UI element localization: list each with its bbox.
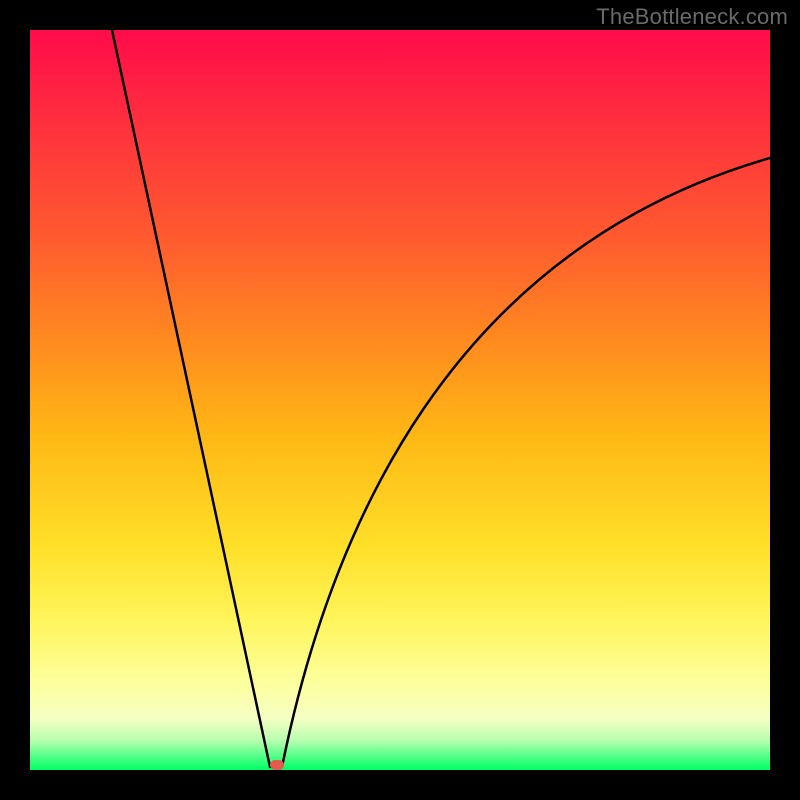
attribution-text: TheBottleneck.com bbox=[596, 4, 788, 30]
plot-area bbox=[30, 30, 770, 770]
chart-frame: TheBottleneck.com bbox=[0, 0, 800, 800]
bottleneck-curve bbox=[30, 30, 770, 770]
optimum-marker bbox=[270, 760, 284, 770]
curve-right-branch bbox=[282, 158, 770, 767]
curve-left-branch bbox=[112, 30, 270, 767]
